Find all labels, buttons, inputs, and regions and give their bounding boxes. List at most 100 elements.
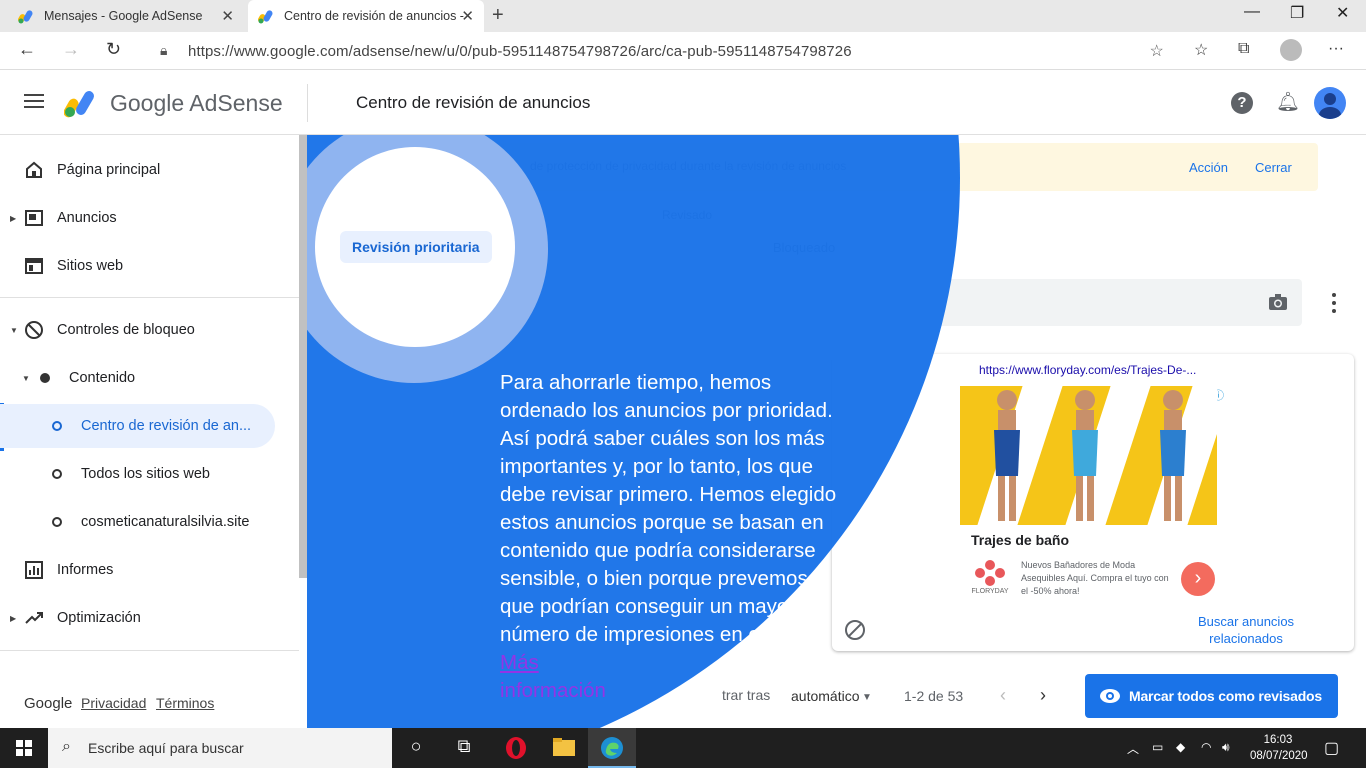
sidebar-item-label: Optimización — [57, 610, 141, 626]
sidebar-item-label: Sitios web — [57, 258, 124, 274]
collections-icon[interactable]: ⧉ — [1238, 40, 1249, 58]
opera-icon[interactable] — [504, 736, 528, 760]
more-info-link[interactable]: Más — [500, 651, 539, 674]
collapse-caret-icon[interactable]: ▼ — [22, 374, 30, 383]
close-tab-icon[interactable]: ✕ — [221, 7, 234, 25]
mark-all-reviewed-button[interactable]: Marcar todos como revisados — [1085, 674, 1338, 718]
search-related-ads-link[interactable]: Buscar anuncios relacionados — [1186, 613, 1306, 647]
windows-start-icon[interactable] — [16, 740, 32, 756]
bullet-ring-icon — [52, 469, 62, 479]
sidebar-scrollbar[interactable] — [299, 135, 307, 578]
notifications-center-icon[interactable]: ▢ — [1324, 738, 1339, 758]
reports-icon — [25, 561, 43, 579]
volume-icon[interactable]: 🔊︎ — [1222, 740, 1230, 755]
sidebar-item-reports[interactable]: Informes — [0, 548, 296, 592]
adsense-logo-icon — [64, 91, 94, 118]
account-avatar[interactable] — [1314, 87, 1346, 119]
adsense-favicon-icon — [258, 10, 273, 24]
prev-page-icon[interactable]: ‹ — [1000, 685, 1006, 706]
order-select[interactable]: automático — [791, 688, 859, 704]
trending-up-icon — [25, 612, 43, 624]
wifi-icon[interactable]: ◠ — [1201, 740, 1211, 754]
notice-banner: de protección de privacidad durante la r… — [330, 143, 1318, 191]
edge-taskbar-button[interactable] — [588, 728, 636, 768]
bullet-dot-icon — [40, 373, 50, 383]
sidebar-item-site[interactable]: cosmeticanaturalsilvia.site — [0, 500, 296, 544]
maximize-icon[interactable]: ❐ — [1290, 3, 1304, 23]
expand-caret-icon[interactable]: ▶ — [10, 214, 16, 223]
sidebar-item-label: Anuncios — [57, 210, 117, 226]
sidebar-item-sites[interactable]: Sitios web — [0, 244, 296, 288]
help-icon[interactable]: ? — [1231, 92, 1253, 114]
notifications-icon[interactable]: 🔔︎ — [1276, 90, 1300, 114]
ad-brand-name: FLORYDAY — [971, 588, 1009, 595]
ad-title[interactable]: Trajes de baño — [971, 532, 1069, 548]
file-explorer-icon[interactable] — [552, 736, 576, 760]
privacy-link[interactable]: Privacidad — [81, 695, 146, 711]
expand-caret-icon[interactable]: ▶ — [10, 614, 16, 623]
priority-review-chip[interactable]: Revisión prioritaria — [340, 231, 492, 263]
profile-icon[interactable] — [1280, 39, 1302, 61]
chevron-down-icon[interactable]: ▼ — [862, 692, 872, 703]
feature-highlight-body: Para ahorrarle tiempo, hemos ordenado lo… — [500, 371, 837, 646]
reload-icon[interactable]: ↻ — [106, 39, 121, 60]
block-ad-icon[interactable] — [845, 620, 865, 640]
new-tab-icon[interactable]: + — [492, 4, 504, 27]
tab-bloqueado[interactable]: Bloqueado — [773, 240, 835, 255]
more-info-link-2[interactable]: información — [500, 679, 606, 702]
sidebar-item-label: cosmeticanaturalsilvia.site — [81, 514, 250, 530]
ad-arrow-button[interactable]: › — [1181, 562, 1215, 596]
more-icon[interactable]: ··· — [1328, 40, 1344, 58]
address-bar[interactable]: 🔒︎ https://www.google.com/adsense/new/u/… — [146, 36, 1174, 66]
ad-image[interactable] — [960, 386, 1217, 525]
browser-tab-mensajes[interactable]: Mensajes - Google AdSense ✕ — [8, 0, 244, 32]
header-divider — [307, 84, 308, 122]
sidebar-item-label: Centro de revisión de an... — [81, 418, 252, 434]
ad-url[interactable]: https://www.floryday.com/es/Trajes-De-..… — [979, 363, 1196, 377]
sidebar-item-optimization[interactable]: ▶ Optimización — [0, 596, 296, 640]
sidebar-item-ads[interactable]: ▶ Anuncios — [0, 196, 296, 240]
sidebar-item-all-sites[interactable]: Todos los sitios web — [0, 452, 296, 496]
menu-icon[interactable] — [24, 94, 44, 108]
feature-highlight-text: Para ahorrarle tiempo, hemos ordenado lo… — [500, 369, 840, 705]
battery-icon[interactable]: ▭ — [1152, 740, 1163, 754]
tray-expand-icon[interactable]: ︿ — [1127, 740, 1139, 757]
sidebar-item-content[interactable]: ▼ Contenido — [0, 356, 296, 400]
back-icon[interactable]: ← — [18, 39, 36, 60]
close-tab-icon[interactable]: ✕ — [461, 7, 474, 25]
task-view-icon[interactable]: ⧉ — [452, 736, 476, 760]
sidebar-item-ad-review-center[interactable]: Centro de revisión de an... — [0, 404, 275, 448]
banner-action-button[interactable]: Acción — [1189, 160, 1228, 175]
minimize-icon[interactable]: — — [1244, 3, 1260, 21]
sidebar-item-label: Todos los sitios web — [81, 466, 210, 482]
sidebar-item-home[interactable]: Página principal — [0, 148, 296, 192]
taskbar-search[interactable]: ⌕ Escribe aquí para buscar — [48, 728, 392, 768]
taskbar-search-placeholder: Escribe aquí para buscar — [88, 740, 244, 756]
favorites-icon[interactable]: ☆ — [1194, 40, 1208, 60]
more-options-icon[interactable] — [1332, 293, 1336, 313]
sidebar-item-label: Informes — [57, 562, 114, 578]
collapse-caret-icon[interactable]: ▼ — [10, 326, 18, 335]
sidebar-item-blocking-controls[interactable]: ▼ Controles de bloqueo — [0, 308, 296, 352]
browser-tab-centro[interactable]: Centro de revisión de anuncios - ✕ — [248, 0, 484, 32]
sidebar-item-label: Controles de bloqueo — [57, 322, 195, 338]
close-window-icon[interactable]: ✕ — [1336, 3, 1349, 23]
tab-title: Mensajes - Google AdSense — [44, 9, 203, 23]
cortana-icon[interactable]: ○ — [404, 736, 428, 760]
dropbox-icon[interactable]: ◆ — [1176, 740, 1185, 754]
system-clock[interactable]: 16:03 08/07/2020 — [1250, 732, 1308, 764]
sidebar-item-label: Página principal — [57, 162, 161, 178]
next-page-icon[interactable]: › — [1040, 685, 1046, 706]
banner-close-button[interactable]: Cerrar — [1255, 160, 1292, 175]
star-icon[interactable]: ☆ — [1150, 41, 1164, 61]
swimsuit-model-figure — [1072, 390, 1098, 521]
camera-icon[interactable] — [1268, 293, 1288, 311]
sidebar-divider — [0, 650, 299, 651]
sidebar-item-label: Contenido — [69, 370, 136, 386]
home-icon — [26, 161, 42, 178]
search-icon: ⌕ — [62, 738, 71, 755]
page-title: Centro de revisión de anuncios — [356, 93, 591, 112]
terms-link[interactable]: Términos — [156, 695, 214, 711]
browser-toolbar: ← → ↻ 🔒︎ https://www.google.com/adsense/… — [0, 32, 1366, 70]
forward-icon[interactable]: → — [62, 39, 80, 60]
